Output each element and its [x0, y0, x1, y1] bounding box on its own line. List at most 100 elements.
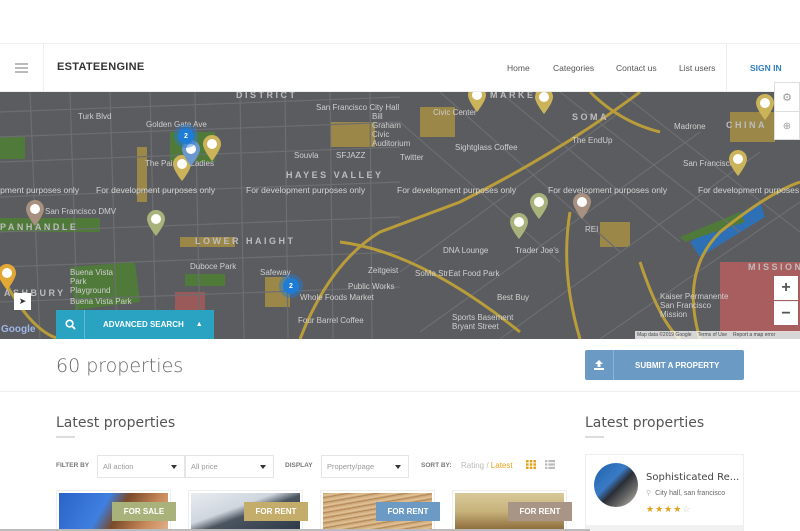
- section-divider: [0, 391, 800, 392]
- property-count: 60 properties: [56, 355, 184, 377]
- hamburger-icon: [15, 67, 28, 69]
- map-label-dna-lounge: DNA Lounge: [443, 246, 489, 255]
- map-cluster-marker[interactable]: 2: [178, 128, 194, 144]
- map-label-duboce-park: Duboce Park: [190, 262, 237, 271]
- map-marker-pin[interactable]: [530, 193, 548, 219]
- map-label-trader-joes: Trader Joe's: [515, 246, 559, 255]
- submit-property-button[interactable]: SUBMIT A PROPERTY: [585, 350, 744, 380]
- grid-view-icon[interactable]: [526, 460, 536, 469]
- menu-toggle-button[interactable]: [0, 44, 44, 92]
- map-label-endup: The EndUp: [572, 136, 613, 145]
- map-marker-pin[interactable]: [147, 210, 165, 236]
- filter-by-label: FILTER BY: [56, 462, 90, 469]
- dev-watermark: For development purposes only: [397, 185, 517, 195]
- map-marker-pin[interactable]: [756, 94, 774, 120]
- caret-down-icon: [260, 465, 266, 469]
- report-map-error-link[interactable]: Report a map error: [733, 332, 775, 338]
- map-label-sfjazz: SFJAZZ: [336, 151, 366, 160]
- search-button[interactable]: [56, 310, 85, 339]
- sort-separator: /: [484, 461, 491, 470]
- map-label-soma: SOMA: [572, 112, 609, 122]
- star-filled-icon: ★: [655, 504, 665, 514]
- map-label-soma-food-park: SoMa StrEat Food Park: [415, 269, 500, 278]
- submit-property-label: SUBMIT A PROPERTY: [635, 360, 720, 370]
- latest-property-location: ⚲ City hall, san francisco: [646, 489, 725, 497]
- dev-watermark: For development purposes only: [548, 185, 668, 195]
- map-marker-pin[interactable]: [535, 92, 553, 114]
- nav-list-users[interactable]: List users: [679, 63, 715, 73]
- heading-underline: [585, 436, 604, 438]
- action-select-value: All action: [103, 462, 134, 471]
- map-label-madrone: Madrone: [674, 122, 706, 131]
- caret-up-icon: ▲: [195, 321, 203, 328]
- upload-icon: [585, 350, 614, 380]
- map-label-civic-auditorium: Bill Graham Civic Auditorium: [372, 112, 411, 148]
- my-location-button[interactable]: ➤: [14, 293, 31, 310]
- latest-card-footer: [586, 525, 743, 531]
- map-label-sightglass: Sightglass Coffee: [455, 143, 518, 152]
- map-pin-icon: ⚲: [646, 490, 652, 497]
- zoom-out-button[interactable]: −: [774, 301, 798, 325]
- latest-properties-heading: Latest properties: [56, 415, 176, 431]
- map-marker-pin[interactable]: [26, 200, 44, 226]
- search-icon: [64, 319, 76, 330]
- map-label-sports-basement: Sports Basement Bryant Street: [452, 313, 514, 331]
- map-marker-pin[interactable]: [468, 92, 486, 112]
- nav-home[interactable]: Home: [507, 63, 530, 73]
- for-sale-badge: FOR SALE: [112, 502, 176, 521]
- action-select[interactable]: All action: [97, 455, 185, 478]
- map-label-public-works: Public Works: [348, 282, 395, 291]
- terms-of-use-link[interactable]: Terms of Use: [698, 332, 727, 338]
- zoom-in-button[interactable]: +: [774, 276, 798, 300]
- dev-watermark: For development purposes only: [698, 185, 800, 195]
- rating-stars: ★★★★☆: [646, 504, 691, 515]
- map-label-souvla: Souvla: [294, 151, 319, 160]
- map-label-san-francisco: San Francisco: [683, 159, 735, 168]
- map-marker-pin[interactable]: [203, 135, 221, 161]
- gears-icon: ⚙: [782, 91, 792, 104]
- caret-down-icon: [171, 465, 177, 469]
- nav-categories[interactable]: Categories: [553, 63, 594, 73]
- top-blank-area: [0, 0, 800, 44]
- map-label-turk-blvd: Turk Blvd: [78, 112, 112, 121]
- google-logo: Google: [1, 324, 36, 335]
- map-label-district: DISTRICT: [236, 92, 298, 100]
- park-area: [0, 137, 25, 159]
- map-data-credit: Map data ©2019 Google: [637, 332, 692, 338]
- map-label-playground: Buena Vista Park Playground: [70, 268, 113, 295]
- list-view-icon[interactable]: [545, 460, 555, 469]
- star-filled-icon: ★: [646, 504, 656, 514]
- price-select[interactable]: All price: [185, 455, 274, 478]
- star-filled-icon: ★: [673, 504, 683, 514]
- latest-property-title[interactable]: Sophisticated Re...: [646, 472, 739, 483]
- property-map[interactable]: DISTRICT HAYES VALLEY PANHANDLE LOWER HA…: [0, 92, 800, 339]
- map-marker-pin[interactable]: [0, 264, 16, 290]
- advanced-search-toggle[interactable]: ADVANCED SEARCH ▲: [56, 310, 214, 339]
- map-marker-pin[interactable]: [573, 193, 591, 219]
- display-label: DISPLAY: [285, 462, 313, 469]
- for-rent-badge: FOR RENT: [244, 502, 308, 521]
- map-label-city-hall: San Francisco City Hall: [316, 103, 400, 112]
- property-thumbnail[interactable]: [594, 463, 638, 507]
- display-select[interactable]: Property/page: [321, 455, 409, 478]
- map-marker-pin[interactable]: [510, 213, 528, 239]
- map-label-hayes-valley: HAYES VALLEY: [286, 170, 384, 180]
- sort-options: Rating / Latest: [461, 461, 513, 470]
- download-button[interactable]: ⊕: [775, 112, 799, 140]
- caret-down-icon: [395, 465, 401, 469]
- map-label-china: CHINA: [726, 120, 767, 130]
- map-label-four-barrel: Four Barrel Coffee: [298, 316, 364, 325]
- price-select-value: All price: [191, 462, 218, 471]
- map-cluster-marker[interactable]: 2: [283, 278, 299, 294]
- settings-gears-button[interactable]: ⚙: [775, 83, 799, 112]
- sort-by-label: SORT BY:: [421, 462, 452, 469]
- sort-latest-link[interactable]: Latest: [491, 461, 513, 470]
- download-circle-icon: ⊕: [782, 120, 792, 132]
- sign-in-link[interactable]: SIGN IN: [750, 63, 782, 73]
- park-duboce: [185, 274, 225, 286]
- location-text: City hall, san francisco: [655, 490, 726, 497]
- map-marker-pin[interactable]: [729, 150, 747, 176]
- sort-rating-link[interactable]: Rating: [461, 461, 484, 470]
- site-logo[interactable]: ESTATEENGINE: [57, 61, 145, 73]
- nav-contact-us[interactable]: Contact us: [616, 63, 657, 73]
